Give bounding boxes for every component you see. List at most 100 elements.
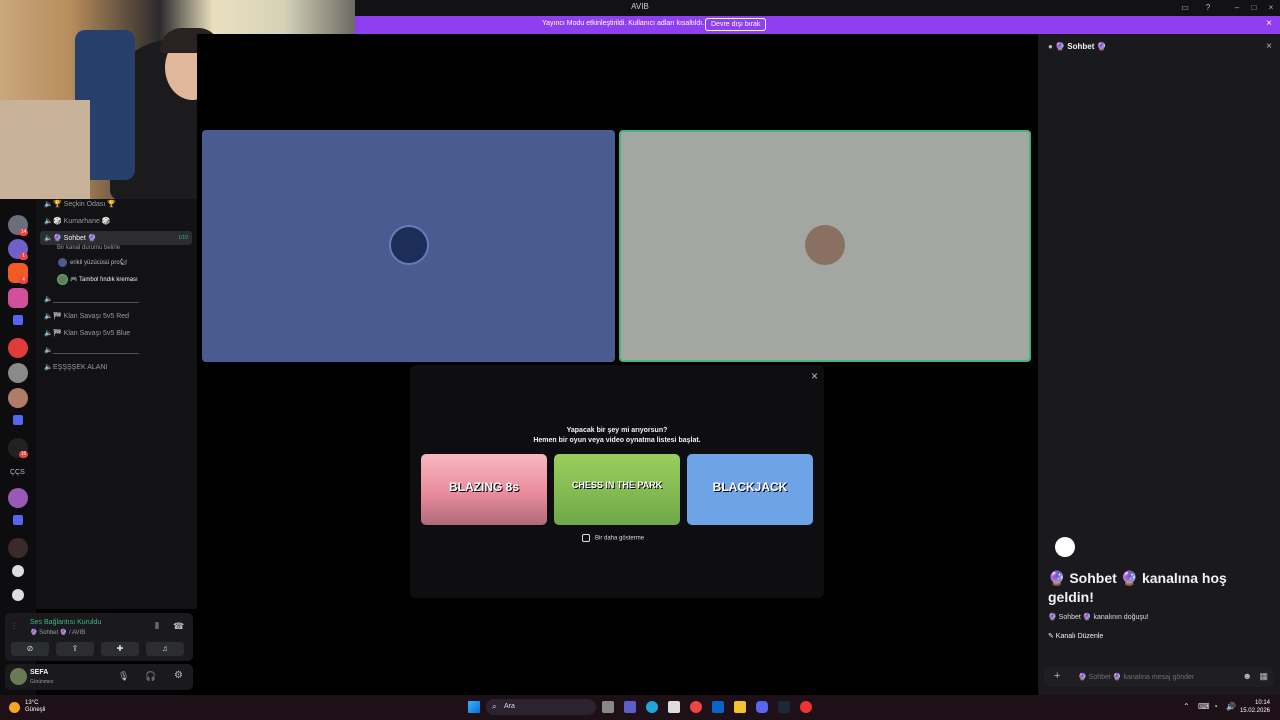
disable-streamer-mode-button[interactable]: Devre dışı bırak	[705, 18, 767, 31]
speaker-icon: 🔈	[44, 218, 53, 225]
apps-icon[interactable]: ▦	[1259, 671, 1268, 682]
close-window-icon[interactable]: ×	[1266, 3, 1276, 13]
channel-origin-text: 🔮 Sohbet 🔮 kanalının doğuşu!	[1048, 614, 1149, 621]
user-panel: SEFA Görünmez 🎙 🎧 ⚙	[5, 664, 193, 690]
username[interactable]: SEFA	[30, 669, 48, 676]
task-view-icon[interactable]	[602, 701, 614, 713]
voice-location[interactable]: 🔮 Sohbet 🔮 / AVIB	[30, 629, 85, 636]
chrome-icon[interactable]	[690, 701, 702, 713]
minimize-icon[interactable]: –	[1232, 3, 1242, 13]
teams-icon[interactable]	[624, 701, 636, 713]
steam-icon[interactable]	[778, 701, 790, 713]
voice-member[interactable]: 🎮 Tambol fındık kreması	[58, 275, 138, 284]
disconnect-icon[interactable]: ☎	[173, 621, 184, 632]
avatar	[58, 258, 67, 267]
avatar	[389, 225, 429, 265]
settings-gear-icon[interactable]: ⚙	[174, 670, 183, 681]
chat-header: ● 🔮 Sohbet 🔮	[1048, 42, 1107, 51]
speaker-icon: 🔈	[44, 364, 53, 371]
activities-button[interactable]: ✚	[101, 642, 139, 656]
server-icon[interactable]	[8, 538, 28, 558]
checkbox[interactable]	[582, 534, 590, 542]
activity-prompt: × Yapacak bir şey mi arıyorsun? Hemen bi…	[410, 365, 824, 598]
screen-share-button[interactable]: ⇪	[56, 642, 94, 656]
voice-channel[interactable]: 🔈🏆 Seçkin Odası 🏆	[44, 200, 116, 208]
volume-icon[interactable]: 🔊	[1226, 702, 1236, 711]
tray-chevron-icon[interactable]: ⌃	[1183, 702, 1190, 711]
store-icon[interactable]	[668, 701, 680, 713]
weather-widget[interactable]: 13°C Güneşli	[25, 700, 45, 714]
add-server-icon[interactable]	[12, 565, 24, 577]
message-placeholder[interactable]: 🔮 Sohbet 🔮 kanalına mesaj gönder	[1078, 673, 1194, 681]
avatar[interactable]	[10, 668, 27, 685]
channel-status[interactable]: Bir kanal durumu belirle	[57, 245, 120, 251]
voice-channel[interactable]: 🔈______________________	[44, 346, 139, 354]
server-icon[interactable]	[8, 388, 28, 408]
chat-bubble-icon: ●	[1048, 42, 1056, 51]
voice-channel[interactable]: 🔈🏁 Klan Savaşı 5v5 Red	[44, 312, 129, 320]
maximize-icon[interactable]: □	[1249, 3, 1259, 13]
voice-channel[interactable]: 🔈______________________	[44, 295, 139, 303]
add-attachment-icon[interactable]: +	[1054, 670, 1060, 682]
wifi-icon[interactable]: ◔	[1213, 702, 1218, 711]
folder-icon[interactable]	[13, 515, 23, 525]
search-icon: ⌕	[492, 702, 497, 711]
voice-channel-active[interactable]: 🔈🔮 Sohbet 🔮 1/10	[40, 231, 192, 245]
voice-channel[interactable]: 🔈🏁 Klan Savaşı 5v5 Blue	[44, 329, 130, 337]
speaker-icon: 🔈	[44, 347, 53, 354]
taskbar-search[interactable]: ⌕ Ara	[486, 699, 596, 715]
discord-icon[interactable]	[756, 701, 768, 713]
video-tile[interactable]	[202, 130, 615, 362]
camera-button[interactable]: ⊘	[11, 642, 49, 656]
banner-message: Yayıncı Modu etkinleştirildi. Kullanıcı …	[542, 20, 705, 27]
game-card-blazing-8s[interactable]: BLAZING 8s	[421, 454, 547, 525]
headphones-icon[interactable]: 🎧	[145, 671, 156, 682]
avatar	[805, 225, 845, 265]
channel-list: 🔈🏆 Seçkin Odası 🏆 🔈🎲 Kumarhane 🎲 🔈🔮 Sohb…	[36, 199, 197, 609]
video-tile-speaking[interactable]	[619, 130, 1031, 362]
game-card-chess-in-the-park[interactable]: CHESS IN THE PARK	[554, 454, 680, 525]
speaker-icon: 🔈	[44, 296, 53, 303]
edit-channel-button[interactable]: ✎ Kanalı Düzenle	[1048, 632, 1103, 640]
folder-icon[interactable]	[13, 415, 23, 425]
edge-icon[interactable]	[646, 701, 658, 713]
voice-channel[interactable]: 🔈EŞŞŞŞEK ALANI	[44, 363, 107, 371]
server-icon[interactable]	[8, 363, 28, 383]
app-icon[interactable]	[800, 701, 812, 713]
network-icon[interactable]: ⌨	[1198, 702, 1210, 711]
close-chat-icon[interactable]: ×	[1266, 41, 1272, 52]
chat-bubble-icon	[1055, 537, 1075, 557]
emoji-icon[interactable]: ☻	[1243, 671, 1252, 681]
message-input[interactable]: + 🔮 Sohbet 🔮 kanalına mesaj gönder ☻ ▦	[1044, 667, 1274, 687]
soundboard-button[interactable]: ♫	[146, 642, 184, 656]
voice-status[interactable]: Ses Bağlantısı Kuruldu	[30, 619, 101, 626]
speaker-icon: 🔈	[44, 330, 53, 337]
voice-member[interactable]: erikli yüzücüsü pro🐿	[58, 258, 127, 267]
inbox-icon[interactable]: ▭	[1180, 3, 1190, 13]
dont-show-again-checkbox[interactable]: Bir daha gösterme	[582, 534, 644, 542]
windows-start-icon[interactable]	[468, 701, 480, 713]
user-status: Görünmez	[30, 679, 54, 685]
microphone-icon[interactable]: 🎙	[118, 671, 129, 682]
server-label[interactable]: ÇÇS	[10, 469, 25, 476]
server-icon[interactable]	[8, 288, 28, 308]
help-icon[interactable]: ?	[1203, 3, 1213, 13]
noise-suppression-icon[interactable]: ⦀	[155, 621, 159, 632]
voice-channel[interactable]: 🔈🎲 Kumarhane 🎲	[44, 217, 111, 225]
weather-sun-icon[interactable]	[9, 702, 20, 713]
streamer-mode-banner: Yayıncı Modu etkinleştirildi. Kullanıcı …	[355, 16, 1280, 34]
close-icon[interactable]: ×	[811, 369, 818, 383]
file-explorer-icon[interactable]	[734, 701, 746, 713]
signal-icon: ⫶	[13, 621, 16, 631]
server-icon[interactable]	[8, 488, 28, 508]
outlook-icon[interactable]	[712, 701, 724, 713]
chat-panel: ● 🔮 Sohbet 🔮 × 🔮 Sohbet 🔮 kanalına hoş g…	[1038, 34, 1280, 695]
taskbar: 13°C Güneşli ⌕ Ara ⌃ ⌨ ◔ 🔊 10:14 15.02.2026	[0, 695, 1280, 720]
speaker-icon: 🔈	[44, 313, 53, 320]
server-icon[interactable]	[8, 338, 28, 358]
folder-icon[interactable]	[13, 315, 23, 325]
clock[interactable]: 10:14 15.02.2026	[1240, 699, 1270, 715]
discover-icon[interactable]	[12, 589, 24, 601]
game-card-blackjack[interactable]: BLACKJACK	[687, 454, 813, 525]
banner-close-icon[interactable]: ×	[1266, 18, 1272, 29]
